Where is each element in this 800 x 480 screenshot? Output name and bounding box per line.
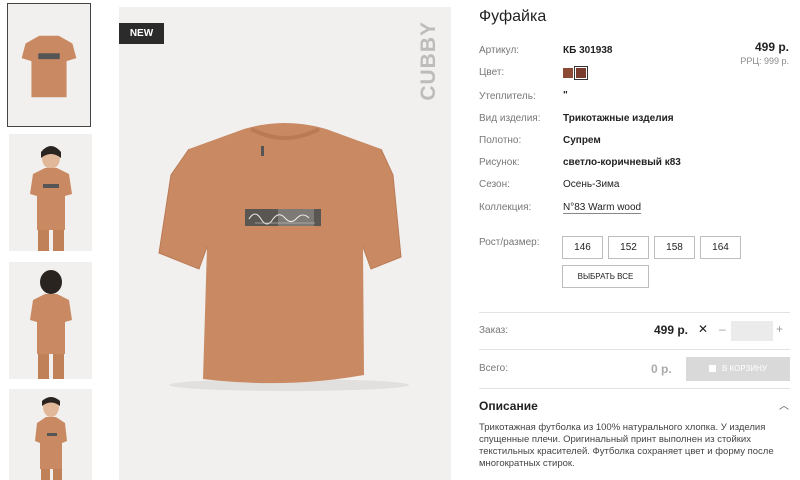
total-value: 0 р.: [651, 362, 672, 376]
collection-link[interactable]: N°83 Warm wood: [563, 202, 641, 213]
description-title[interactable]: Описание: [479, 399, 538, 413]
size-option-146[interactable]: 146: [562, 236, 603, 259]
divider: [479, 388, 790, 389]
thumbnail-3[interactable]: [9, 262, 92, 379]
decrease-quantity-button[interactable]: –: [719, 322, 726, 336]
season-label: Сезон:: [479, 179, 510, 190]
order-price: 499 р.: [654, 323, 689, 337]
divider: [479, 349, 790, 350]
product-type-value: Трикотажные изделия: [563, 113, 674, 124]
season-value: Осень-Зима: [563, 179, 620, 190]
insulation-value: ": [563, 90, 568, 101]
product-price: 499 р.: [754, 40, 789, 54]
size-option-164[interactable]: 164: [700, 236, 741, 259]
collection-label: Коллекция:: [479, 202, 532, 213]
description-text: Трикотажная футболка из 100% натуральног…: [479, 422, 774, 469]
thumbnail-2[interactable]: [9, 134, 92, 251]
add-to-cart-button[interactable]: В КОРЗИНУ: [686, 357, 790, 381]
total-label: Всего:: [479, 363, 508, 374]
size-label: Рост/размер:: [479, 237, 540, 248]
main-product-image[interactable]: NEW CUBBY: [119, 7, 451, 480]
new-badge: NEW: [119, 23, 164, 44]
thumbnail-4[interactable]: [9, 389, 92, 480]
thumbnail-1[interactable]: [7, 3, 91, 127]
color-label: Цвет:: [479, 67, 505, 78]
product-type-label: Вид изделия:: [479, 113, 541, 124]
pattern-value: светло-коричневый к83: [563, 157, 681, 168]
recommended-price: РРЦ: 999 р.: [740, 56, 789, 66]
multiply-icon: ✕: [698, 322, 709, 336]
tshirt-image: [119, 7, 451, 480]
fabric-value: Супрем: [563, 135, 601, 146]
cart-icon: [709, 365, 717, 372]
article-label: Артикул:: [479, 45, 520, 56]
divider: [479, 312, 790, 313]
order-label: Заказ:: [479, 325, 509, 336]
fabric-label: Полотно:: [479, 135, 522, 146]
insulation-label: Утеплитель:: [479, 91, 536, 102]
model-side-thumbnail-image: [9, 389, 92, 480]
size-option-152[interactable]: 152: [608, 236, 649, 259]
quantity-input[interactable]: [731, 321, 773, 341]
chevron-up-icon[interactable]: ︿: [779, 397, 789, 412]
model-front-thumbnail-image: [9, 134, 92, 251]
add-to-cart-label: В КОРЗИНУ: [722, 364, 767, 373]
tshirt-thumbnail-image: [8, 4, 90, 126]
pattern-label: Рисунок:: [479, 157, 520, 168]
model-back-thumbnail-image: [9, 262, 92, 379]
size-option-158[interactable]: 158: [654, 236, 695, 259]
brand-logo: CUBBY: [417, 21, 440, 101]
product-title: Фуфайка: [479, 8, 547, 25]
increase-quantity-button[interactable]: +: [776, 322, 783, 336]
select-all-sizes-button[interactable]: ВЫБРАТЬ ВСЕ: [562, 265, 649, 288]
color-swatch-2[interactable]: [574, 66, 588, 80]
color-swatch-1[interactable]: [563, 68, 573, 78]
article-value: КБ 301938: [563, 45, 613, 56]
